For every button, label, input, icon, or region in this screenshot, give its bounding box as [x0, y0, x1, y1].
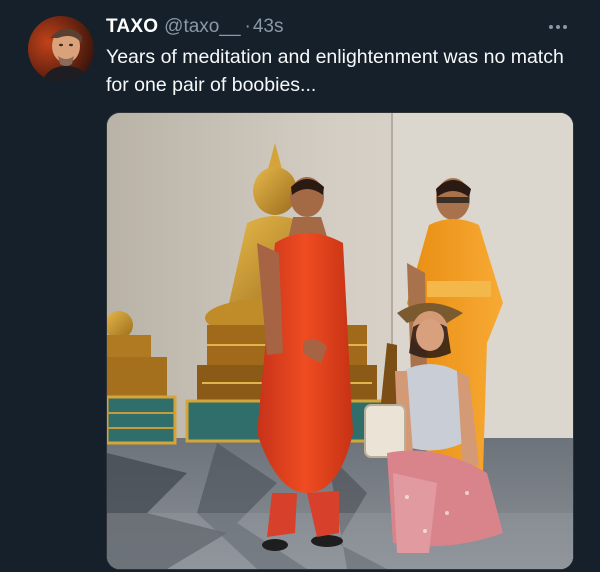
- timestamp[interactable]: 43s: [253, 16, 284, 38]
- author-avatar[interactable]: [28, 16, 94, 82]
- author-name[interactable]: TAXO: [106, 16, 158, 38]
- tweet-photo[interactable]: [106, 112, 574, 570]
- tweet: TAXO @taxo__ · 43s Years of meditation a…: [0, 0, 600, 572]
- photo-image: [107, 113, 573, 569]
- tweet-header: TAXO @taxo__ · 43s: [106, 16, 283, 40]
- more-horizontal-icon: [549, 25, 553, 29]
- more-options-button[interactable]: [540, 14, 576, 40]
- separator-dot: ·: [244, 16, 251, 37]
- author-handle[interactable]: @taxo__: [164, 16, 240, 38]
- avatar-image: [28, 16, 94, 82]
- tweet-text: Years of meditation and enlightenment wa…: [106, 46, 564, 96]
